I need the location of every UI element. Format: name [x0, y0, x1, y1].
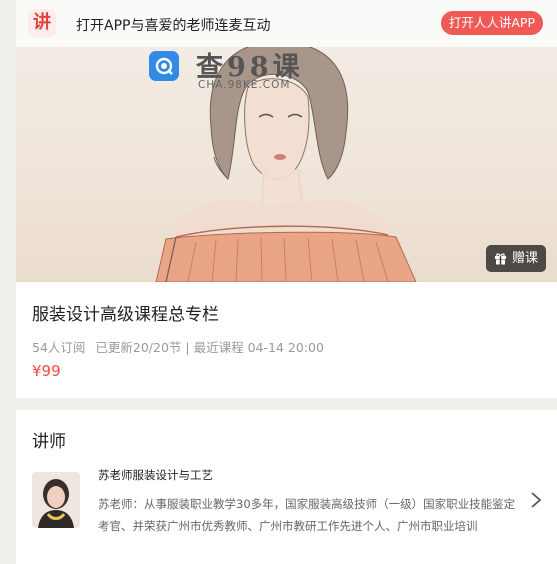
subscriber-count: 54人订阅	[32, 340, 86, 355]
open-app-button[interactable]: 打开人人讲APP	[440, 11, 543, 35]
course-info-card: 服装设计高级课程总专栏 54人订阅 已更新20/20节 | 最近课程 04-14 …	[16, 282, 557, 398]
ren-ren-jiang-logo-icon: 讲	[28, 9, 56, 37]
teacher-card[interactable]: 讲师 苏老师服装设计与工艺 苏老师：从事服装职业教学30多年，国家服装高级技师（…	[16, 410, 557, 564]
teacher-avatar	[32, 472, 80, 528]
course-banner: 查98课 CHA.98KE.COM 赠课	[16, 47, 557, 282]
course-title: 服装设计高级课程总专栏	[32, 305, 219, 325]
app-logo-char: 讲	[33, 12, 51, 33]
gift-course-button[interactable]: 赠课	[485, 245, 546, 272]
section-title-teacher: 讲师	[32, 432, 66, 452]
gift-course-label: 赠课	[511, 251, 538, 266]
latest-course-time: | 最近课程 04-14 20:00	[185, 340, 324, 355]
chevron-right-icon[interactable]	[529, 490, 543, 510]
cha98ke-logo-icon	[149, 51, 179, 81]
app-promo-bar: 讲 打开APP与喜爱的老师连麦互动 打开人人讲APP	[16, 0, 557, 47]
teacher-name: 苏老师服装设计与工艺	[98, 468, 213, 482]
course-price: ¥99	[32, 362, 61, 380]
update-status: 已更新20/20节	[95, 340, 182, 355]
course-meta: 54人订阅 已更新20/20节 | 最近课程 04-14 20:00	[32, 337, 324, 356]
watermark-subtitle: CHA.98KE.COM	[198, 79, 291, 91]
gift-icon	[494, 253, 506, 265]
teacher-bio: 苏老师：从事服装职业教学30多年，国家服装高级技师（一级）国家职业技能鉴定考官、…	[98, 497, 516, 533]
app-promo-text: 打开APP与喜爱的老师连麦互动	[76, 18, 271, 34]
